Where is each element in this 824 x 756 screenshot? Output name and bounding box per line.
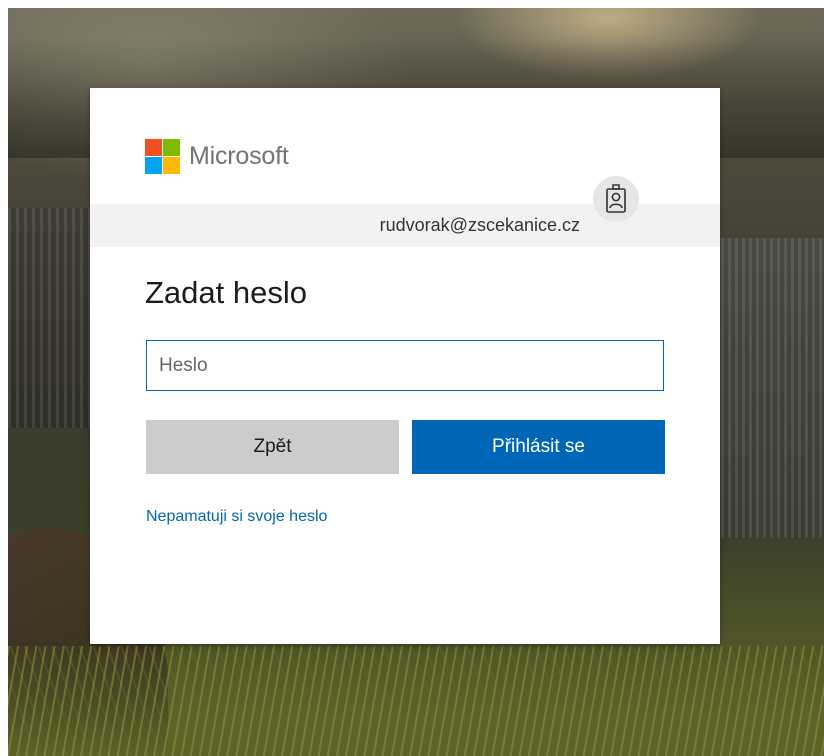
forgot-password-link[interactable]: Nepamatuji si svoje heslo [146,508,327,526]
logo-square-yellow [163,157,180,174]
identity-email: rudvorak@zscekanice.cz [379,215,580,235]
background-city-left [8,208,98,428]
microsoft-squares-icon [145,139,180,174]
id-badge-icon [593,176,639,222]
logo-square-green [163,139,180,156]
signin-button[interactable]: Přihlásit se [412,420,665,474]
microsoft-logo: Microsoft [145,139,289,174]
logo-square-blue [145,157,162,174]
signin-card: Microsoft rudvorak@zscekanice.cz Zadat h… [90,88,720,644]
page-title: Zadat heslo [145,275,307,310]
background-city-right [714,238,824,538]
logo-square-red [145,139,162,156]
id-badge-glyph [606,184,626,213]
background-grass [8,646,824,756]
back-button[interactable]: Zpět [146,420,399,474]
password-input[interactable] [146,340,664,391]
microsoft-wordmark: Microsoft [189,142,289,170]
